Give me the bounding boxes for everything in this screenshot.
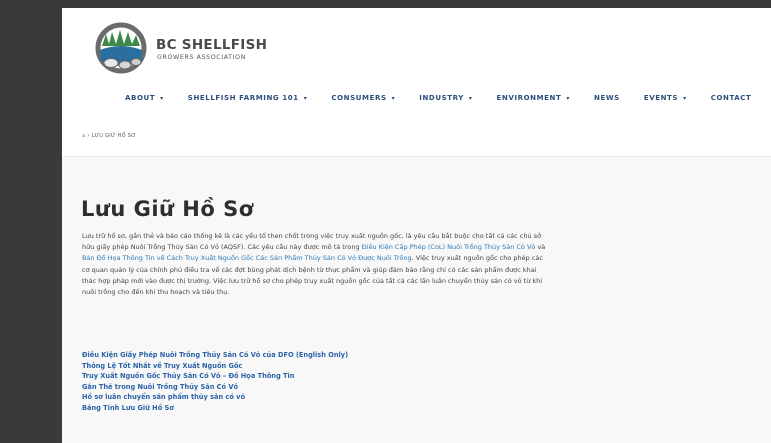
home-icon[interactable]: ⌂ xyxy=(82,133,85,139)
nav-item-about[interactable]: ABOUT ▾ xyxy=(125,92,164,108)
nav-item-environment[interactable]: ENVIRONMENT ▾ xyxy=(497,92,570,108)
nav-label: CONTACT xyxy=(710,94,752,102)
intro-paragraph: Lưu trữ hồ sơ, gắn thẻ và báo cáo thống … xyxy=(82,231,550,298)
page-title: Lưu Giữ Hồ Sơ xyxy=(81,197,254,221)
main-content: Lưu Giữ Hồ Sơ Lưu trữ hồ sơ, gắn thẻ và … xyxy=(62,157,771,443)
col-link[interactable]: Điều Kiện Cấp Phép (CoL) Nuôi Trồng Thủy… xyxy=(362,243,536,251)
breadcrumb-separator: › xyxy=(87,133,90,139)
nav-label: CONSUMERS xyxy=(331,94,387,102)
infographic-link[interactable]: Bản Đồ Họa Thông Tin về Cách Truy Xuất N… xyxy=(82,254,412,262)
chevron-down-icon: ▾ xyxy=(468,95,473,102)
nav-item-events[interactable]: EVENTS ▾ xyxy=(644,92,687,108)
resource-link-traceability-infographic[interactable]: Truy Xuất Nguồn Gốc Thủy Sản Có Vỏ – Đồ … xyxy=(82,371,348,382)
chevron-down-icon: ▾ xyxy=(391,95,396,102)
nav-label: SHELLFISH FARMING 101 xyxy=(187,94,299,102)
logo-title: BC SHELLFISH xyxy=(156,37,268,53)
breadcrumb: ⌂ › LƯU GIỮ HỒ SƠ xyxy=(82,133,136,139)
chevron-down-icon: ▾ xyxy=(683,95,687,102)
nav-label: NEWS xyxy=(594,94,620,102)
nav-label: ABOUT xyxy=(125,94,156,102)
nav-item-industry[interactable]: INDUSTRY ▾ xyxy=(419,92,472,108)
chevron-down-icon: ▾ xyxy=(566,95,570,102)
resource-links: Điều Kiện Giấy Phép Nuôi Trồng Thủy Sản … xyxy=(82,350,348,414)
nav-label: INDUSTRY xyxy=(419,94,464,102)
resource-link-dfo-conditions[interactable]: Điều Kiện Giấy Phép Nuôi Trồng Thủy Sản … xyxy=(82,350,348,361)
resource-link-tagging[interactable]: Gắn Thẻ trong Nuôi Trồng Thủy Sản Có Vỏ xyxy=(82,382,348,393)
paragraph-text: và xyxy=(535,243,546,252)
shellfish-logo-icon xyxy=(95,22,147,74)
nav-label: EVENTS xyxy=(643,94,679,102)
page-frame: BC SHELLFISH GROWERS ASSOCIATION ABOUT ▾ … xyxy=(62,8,771,443)
site-logo[interactable]: BC SHELLFISH GROWERS ASSOCIATION xyxy=(92,20,292,80)
resource-link-movement-records[interactable]: Hồ sơ luân chuyển sản phẩm thủy sản có v… xyxy=(82,392,348,403)
nav-item-consumers[interactable]: CONSUMERS ▾ xyxy=(331,92,395,108)
chevron-down-icon: ▾ xyxy=(160,95,164,102)
nav-item-shellfish-farming-101[interactable]: SHELLFISH FARMING 101 ▾ xyxy=(188,92,308,108)
chevron-down-icon: ▾ xyxy=(303,95,308,102)
nav-item-contact[interactable]: CONTACT xyxy=(711,92,752,108)
resource-link-record-spreadsheet[interactable]: Bảng Tính Lưu Giữ Hồ Sơ xyxy=(82,403,348,414)
site-header: BC SHELLFISH GROWERS ASSOCIATION ABOUT ▾ … xyxy=(62,8,771,157)
nav-label: ENVIRONMENT xyxy=(496,94,562,102)
main-nav: ABOUT ▾ SHELLFISH FARMING 101 ▾ CONSUMERS ▾… xyxy=(125,92,751,108)
nav-item-news[interactable]: NEWS xyxy=(594,92,620,108)
logo-subtitle: GROWERS ASSOCIATION xyxy=(157,54,246,61)
resource-link-best-practices[interactable]: Thông Lệ Tốt Nhất về Truy Xuất Nguồn Gốc xyxy=(82,361,348,372)
breadcrumb-current: LƯU GIỮ HỒ SƠ xyxy=(91,133,137,139)
